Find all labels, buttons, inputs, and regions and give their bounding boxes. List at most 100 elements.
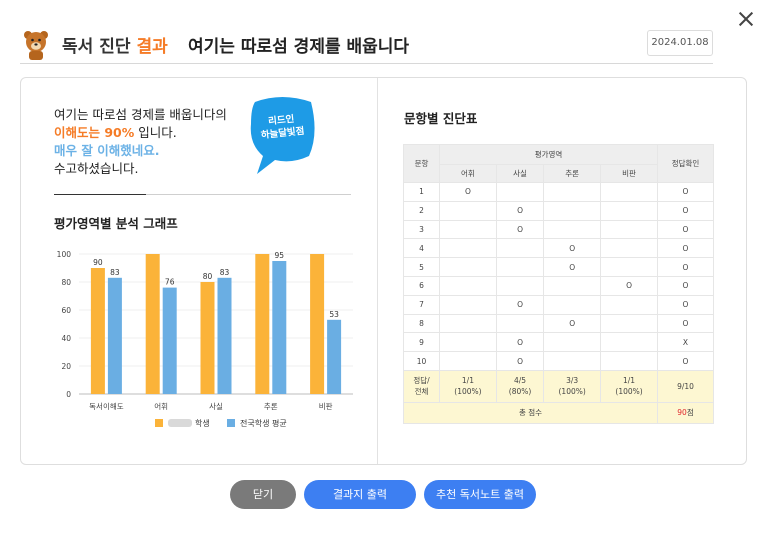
understanding-score: 이해도는 90% xyxy=(54,125,135,140)
y-tick-label: 80 xyxy=(61,278,71,287)
area-mark xyxy=(439,238,497,259)
answer-check: X xyxy=(657,332,714,353)
summary-fraction: 1/1 xyxy=(623,376,636,386)
page-title-main: 독서 진단 xyxy=(62,37,131,57)
area-header: 어휘 xyxy=(439,164,497,183)
area-mark: O xyxy=(543,313,602,334)
bar-student xyxy=(255,254,270,394)
area-mark xyxy=(543,351,602,371)
table-row: 1OO xyxy=(403,182,714,202)
bar-student xyxy=(145,254,160,394)
table-row: 7 O O xyxy=(403,294,714,315)
area-mark xyxy=(439,257,497,277)
bar-average xyxy=(272,261,287,394)
answer-check: O xyxy=(657,275,714,296)
area-mark xyxy=(439,351,497,371)
question-number: 9 xyxy=(403,332,440,353)
area-mark xyxy=(495,275,545,296)
diagnosis-table: 문항 평가영역 정답확인 어휘 사실 추론 비판 1OO2OO3OO4OO5OO6OO… xyxy=(403,144,714,424)
summary-fraction: 4/5 xyxy=(514,376,527,386)
area-mark: O xyxy=(439,182,497,202)
table-row: 5 O O xyxy=(403,257,714,277)
area-mark xyxy=(439,332,497,353)
table-row: 9 O X xyxy=(403,332,714,353)
bar-average xyxy=(327,319,342,394)
total-score-value: 90 xyxy=(677,408,687,418)
area-mark xyxy=(543,332,602,353)
result-header: 독서 진단 결과 여기는 따로섬 경제를 배웁니다 2024.01.08 xyxy=(20,26,713,64)
area-mark xyxy=(600,294,658,315)
area-mark xyxy=(439,219,497,240)
area-analysis-chart: 0 20 40 60 80 100 90 83 독서이해도 76 어휘 80 83 사실 95 추론 53 비판학… xyxy=(57,250,353,428)
bar-average xyxy=(162,287,177,394)
data-label: 53 xyxy=(329,310,339,319)
col-question: 문항 xyxy=(403,144,440,183)
area-mark xyxy=(439,200,497,221)
area-mark xyxy=(600,182,658,202)
result-message: 여기는 따로섬 경제를 배웁니다의 이해도는 90% 입니다. 매우 잘 이해했… xyxy=(54,106,227,178)
total-label: 총 점수 xyxy=(403,401,658,424)
total-score: 90점 xyxy=(657,401,714,424)
area-mark xyxy=(543,200,602,221)
area-mark: O xyxy=(495,294,545,315)
close-icon[interactable] xyxy=(735,8,757,30)
summary-cell: 1/1 (100%) xyxy=(600,369,658,403)
answer-check: O xyxy=(657,238,714,259)
result-card: 여기는 따로섬 경제를 배웁니다의 이해도는 90% 입니다. 매우 잘 이해했… xyxy=(20,77,747,465)
print-result-button[interactable]: 결과지 출력 xyxy=(304,480,416,509)
data-label: 83 xyxy=(220,268,230,277)
message-divider-accent xyxy=(54,194,146,195)
data-label: 95 xyxy=(275,251,285,260)
answer-check: O xyxy=(657,219,714,240)
area-mark: O xyxy=(495,200,545,221)
close-button[interactable]: 닫기 xyxy=(230,480,296,509)
question-number: 4 xyxy=(403,238,440,259)
answer-check: O xyxy=(657,313,714,334)
recommend-note-button[interactable]: 추천 독서노트 출력 xyxy=(424,480,536,509)
area-mark: O xyxy=(495,219,545,240)
area-mark xyxy=(600,257,658,277)
question-number: 6 xyxy=(403,275,440,296)
date-badge: 2024.01.08 xyxy=(647,30,713,56)
summary-check: 9/10 xyxy=(657,369,714,403)
area-mark xyxy=(543,275,602,296)
question-number: 2 xyxy=(403,200,440,221)
area-mark xyxy=(439,313,497,334)
area-mark xyxy=(543,182,602,202)
area-mark xyxy=(495,313,545,334)
legend-label-average: 전국학생 평균 xyxy=(240,418,287,428)
area-mark xyxy=(543,294,602,315)
area-mark xyxy=(495,257,545,277)
summary-label: 정답/전체 xyxy=(403,369,440,403)
table-title: 문항별 진단표 xyxy=(404,111,478,126)
area-header: 사실 xyxy=(495,164,545,183)
y-tick-label: 0 xyxy=(66,390,71,399)
total-row: 총 점수 90점 xyxy=(403,401,714,424)
area-mark: O xyxy=(495,332,545,353)
answer-check: O xyxy=(657,182,714,202)
question-number: 3 xyxy=(403,219,440,240)
page-title-accent: 결과 xyxy=(136,37,168,57)
answer-check: O xyxy=(657,200,714,221)
x-tick-label: 사실 xyxy=(209,401,223,411)
area-mark xyxy=(439,294,497,315)
area-mark: O xyxy=(543,257,602,277)
y-tick-label: 20 xyxy=(61,362,71,371)
area-mark xyxy=(495,182,545,202)
col-check: 정답확인 xyxy=(657,144,714,183)
question-number: 1 xyxy=(403,182,440,202)
answer-check: O xyxy=(657,257,714,277)
message-line-4: 수고하셨습니다. xyxy=(54,161,139,176)
legend-label-student: 학생 xyxy=(195,418,210,428)
area-mark xyxy=(600,219,658,240)
bar-student xyxy=(90,268,105,394)
summary-row: 정답/전체 1/1 (100%) 4/5 (80%) 3/3 (100%) 1/1 (100%)… xyxy=(403,369,714,403)
table-row: 2 O O xyxy=(403,200,714,221)
summary-fraction: 3/3 xyxy=(566,376,579,386)
table-row: 4 O O xyxy=(403,238,714,259)
area-mark xyxy=(600,238,658,259)
question-number: 7 xyxy=(403,294,440,315)
legend-name-redacted xyxy=(168,419,192,427)
table-row: 3 O O xyxy=(403,219,714,240)
x-tick-label: 독서이해도 xyxy=(89,401,124,411)
